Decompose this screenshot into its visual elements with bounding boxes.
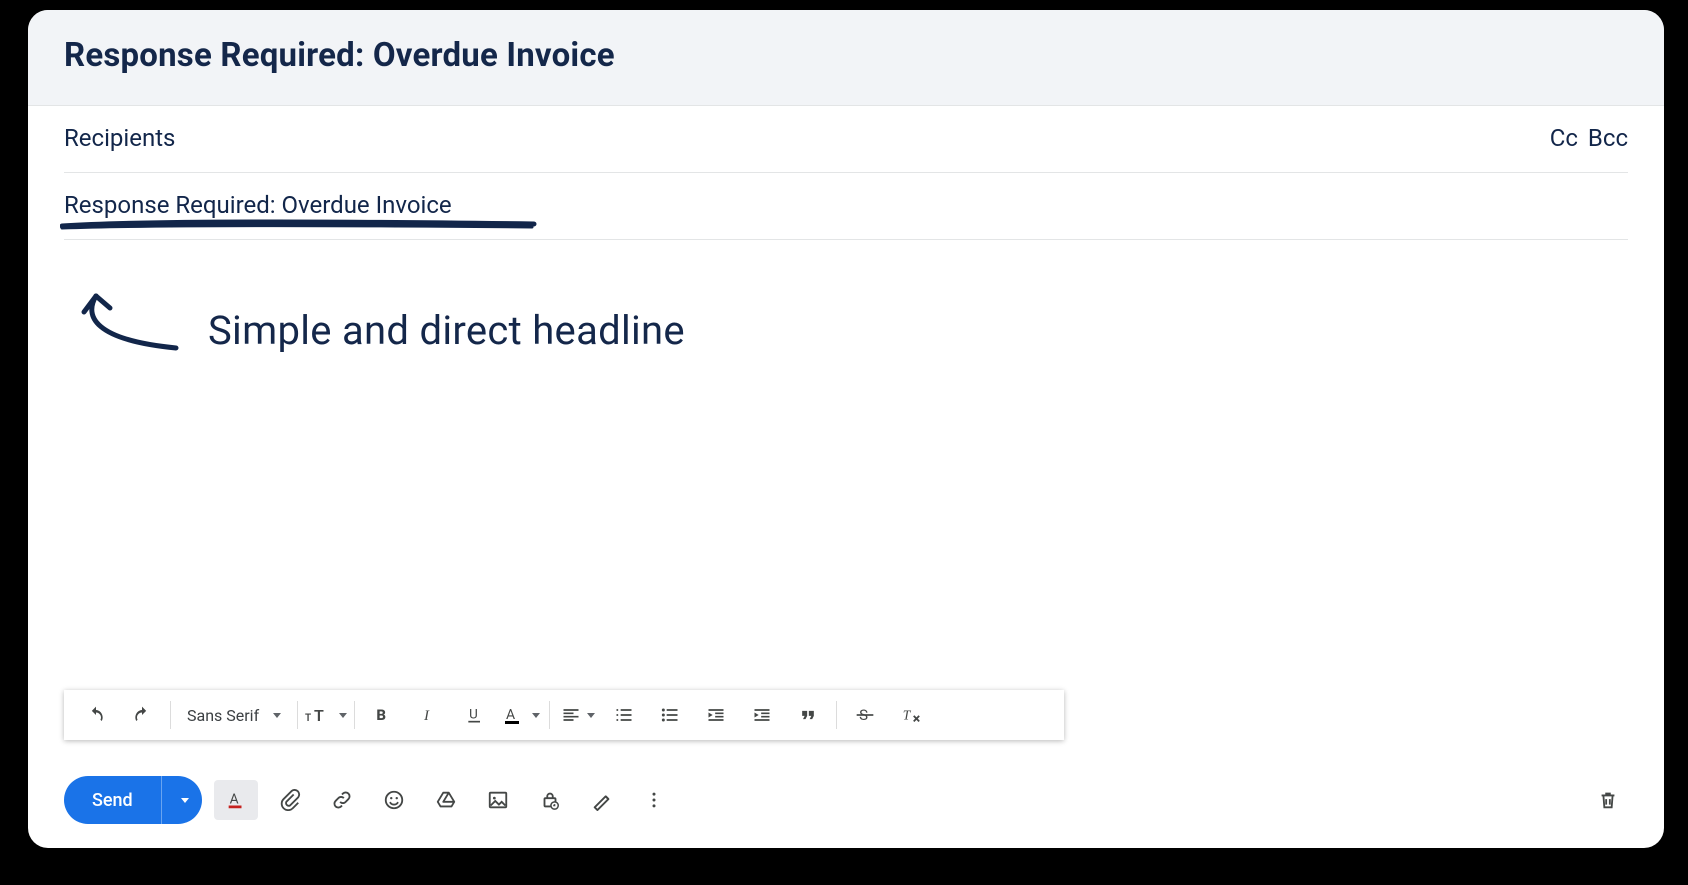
send-more-options[interactable] xyxy=(162,776,202,824)
text-size-icon: T T xyxy=(305,705,333,725)
insert-drive-button[interactable] xyxy=(426,780,466,820)
indent-less-icon xyxy=(706,705,726,725)
compose-title: Response Required: Overdue Invoice xyxy=(64,36,1628,75)
strikethrough-icon: S xyxy=(855,705,875,725)
undo-button[interactable] xyxy=(74,695,118,735)
bullet-list-button[interactable] xyxy=(648,695,692,735)
attach-icon xyxy=(279,789,301,811)
text-color-button[interactable]: A xyxy=(499,695,543,735)
indent-more-icon xyxy=(752,705,772,725)
undo-icon xyxy=(86,705,106,725)
discard-button[interactable] xyxy=(1588,780,1628,820)
bottom-bar: Send A xyxy=(64,776,1628,824)
subject-input[interactable]: Response Required: Overdue Invoice xyxy=(64,191,452,219)
confidential-mode-button[interactable] xyxy=(530,780,570,820)
redo-icon xyxy=(132,705,152,725)
indent-more-button[interactable] xyxy=(740,695,784,735)
drive-icon xyxy=(435,789,457,811)
more-icon xyxy=(644,790,664,810)
formatting-options-icon: A xyxy=(225,789,247,811)
separator xyxy=(297,701,298,729)
ordered-list-icon xyxy=(614,705,634,725)
cc-button[interactable]: Cc xyxy=(1550,124,1578,152)
annotation-underline xyxy=(60,217,538,231)
send-button[interactable]: Send xyxy=(64,776,202,824)
separator xyxy=(549,701,550,729)
attach-button[interactable] xyxy=(270,780,310,820)
clear-format-button[interactable]: T xyxy=(889,695,933,735)
indent-less-button[interactable] xyxy=(694,695,738,735)
svg-text:I: I xyxy=(423,708,430,724)
svg-text:U: U xyxy=(469,707,478,722)
cc-bcc-group: Cc Bcc xyxy=(1550,124,1628,152)
annotation-arrow-icon xyxy=(76,290,186,370)
align-icon xyxy=(561,705,581,725)
left-actions: Send A xyxy=(64,776,674,824)
svg-text:T: T xyxy=(314,706,324,725)
chevron-down-icon xyxy=(181,798,189,803)
separator xyxy=(354,701,355,729)
svg-text:A: A xyxy=(229,792,238,808)
svg-text:A: A xyxy=(506,707,515,723)
chevron-down-icon xyxy=(587,713,595,718)
svg-text:T: T xyxy=(305,713,311,724)
subject-row[interactable]: Response Required: Overdue Invoice xyxy=(64,173,1628,240)
compose-fields: Recipients Cc Bcc Response Required: Ove… xyxy=(28,106,1664,240)
chevron-down-icon xyxy=(532,713,540,718)
compose-body[interactable]: Simple and direct headline xyxy=(28,240,1664,600)
text-size-button[interactable]: T T xyxy=(304,695,348,735)
insert-emoji-button[interactable] xyxy=(374,780,414,820)
formatting-options-button[interactable]: A xyxy=(214,780,258,820)
quote-button[interactable] xyxy=(786,695,830,735)
chevron-down-icon xyxy=(273,713,281,718)
trash-icon xyxy=(1597,789,1619,811)
image-icon xyxy=(487,789,509,811)
annotation-text: Simple and direct headline xyxy=(208,307,685,354)
bold-button[interactable]: B xyxy=(361,695,405,735)
more-options-button[interactable] xyxy=(634,780,674,820)
send-main[interactable]: Send xyxy=(64,776,162,824)
align-button[interactable] xyxy=(556,695,600,735)
link-icon xyxy=(331,789,353,811)
insert-signature-button[interactable] xyxy=(582,780,622,820)
italic-button[interactable]: I xyxy=(407,695,451,735)
strikethrough-button[interactable]: S xyxy=(843,695,887,735)
emoji-icon xyxy=(383,789,405,811)
chevron-down-icon xyxy=(339,713,347,718)
redo-button[interactable] xyxy=(120,695,164,735)
svg-text:T: T xyxy=(903,708,912,723)
bold-icon: B xyxy=(373,705,393,725)
quote-icon xyxy=(798,705,818,725)
svg-text:B: B xyxy=(376,706,386,724)
compose-header: Response Required: Overdue Invoice xyxy=(28,10,1664,106)
bullet-list-icon xyxy=(660,705,680,725)
clear-format-icon: T xyxy=(900,705,922,725)
font-name: Sans Serif xyxy=(187,706,259,725)
compose-window: Response Required: Overdue Invoice Recip… xyxy=(28,10,1664,848)
font-select[interactable]: Sans Serif xyxy=(177,695,291,735)
italic-icon: I xyxy=(419,705,439,725)
underline-button[interactable]: U xyxy=(453,695,497,735)
format-toolbar: Sans Serif T T B I U A xyxy=(64,690,1064,740)
bcc-button[interactable]: Bcc xyxy=(1588,124,1628,152)
underline-icon: U xyxy=(465,705,485,725)
separator xyxy=(836,701,837,729)
ordered-list-button[interactable] xyxy=(602,695,646,735)
insert-image-button[interactable] xyxy=(478,780,518,820)
recipients-row[interactable]: Recipients Cc Bcc xyxy=(64,106,1628,173)
recipients-label: Recipients xyxy=(64,124,175,152)
signature-icon xyxy=(591,789,613,811)
annotation: Simple and direct headline xyxy=(76,290,1628,370)
insert-link-button[interactable] xyxy=(322,780,362,820)
confidential-icon xyxy=(539,789,561,811)
text-color-icon: A xyxy=(502,705,526,725)
separator xyxy=(170,701,171,729)
